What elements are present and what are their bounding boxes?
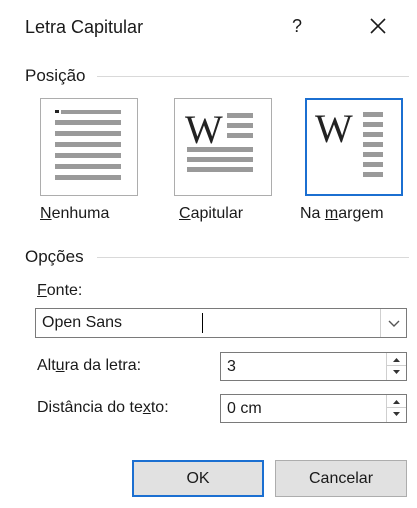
triangle-up-icon: [393, 400, 400, 404]
dropcap-letter: W: [185, 107, 223, 152]
in-margin-dropcap-icon: W: [315, 106, 383, 177]
height-label: Altura da letra:: [37, 357, 142, 374]
distance-spin-buttons: [386, 395, 406, 422]
close-button[interactable]: [364, 12, 392, 40]
font-value[interactable]: Open Sans: [42, 314, 122, 332]
font-label: Fonte:: [37, 282, 83, 299]
height-decrement-button[interactable]: [387, 366, 406, 379]
option-in-margin-button[interactable]: W: [305, 98, 403, 196]
height-increment-button[interactable]: [387, 353, 406, 366]
options-separator: [97, 257, 409, 258]
triangle-down-icon: [393, 370, 400, 374]
option-in-margin-label: Na margem: [300, 205, 384, 222]
position-separator: [97, 76, 409, 77]
distance-spinbox[interactable]: 0 cm: [220, 394, 407, 423]
option-dropped-label: Capitular: [179, 205, 244, 222]
help-button[interactable]: ?: [284, 13, 310, 39]
option-dropped-button[interactable]: W: [174, 98, 272, 196]
distance-decrement-button[interactable]: [387, 408, 406, 421]
no-dropcap-icon: [55, 110, 121, 180]
option-none-button[interactable]: [40, 98, 138, 196]
text-caret: [202, 313, 203, 333]
distance-increment-button[interactable]: [387, 395, 406, 408]
font-dropdown-button[interactable]: [380, 309, 406, 337]
distance-label: Distância do texto:: [37, 399, 169, 416]
position-section-label: Posição: [25, 66, 86, 85]
distance-value[interactable]: 0 cm: [227, 400, 262, 418]
cancel-button[interactable]: Cancelar: [275, 460, 407, 497]
options-section-label: Opções: [25, 247, 84, 266]
triangle-up-icon: [393, 358, 400, 362]
ok-button[interactable]: OK: [132, 460, 264, 497]
height-value[interactable]: 3: [227, 358, 236, 376]
dropcap-letter: W: [315, 106, 353, 151]
height-spinbox[interactable]: 3: [220, 352, 407, 381]
dropped-dropcap-icon: W: [185, 107, 253, 172]
triangle-down-icon: [393, 412, 400, 416]
height-spin-buttons: [386, 353, 406, 380]
chevron-down-icon: [388, 320, 400, 327]
font-combobox[interactable]: Open Sans: [35, 308, 407, 338]
option-none-label: Nenhuma: [40, 205, 110, 222]
dialog-title: Letra Capitular: [25, 17, 144, 37]
close-icon: [370, 18, 386, 34]
